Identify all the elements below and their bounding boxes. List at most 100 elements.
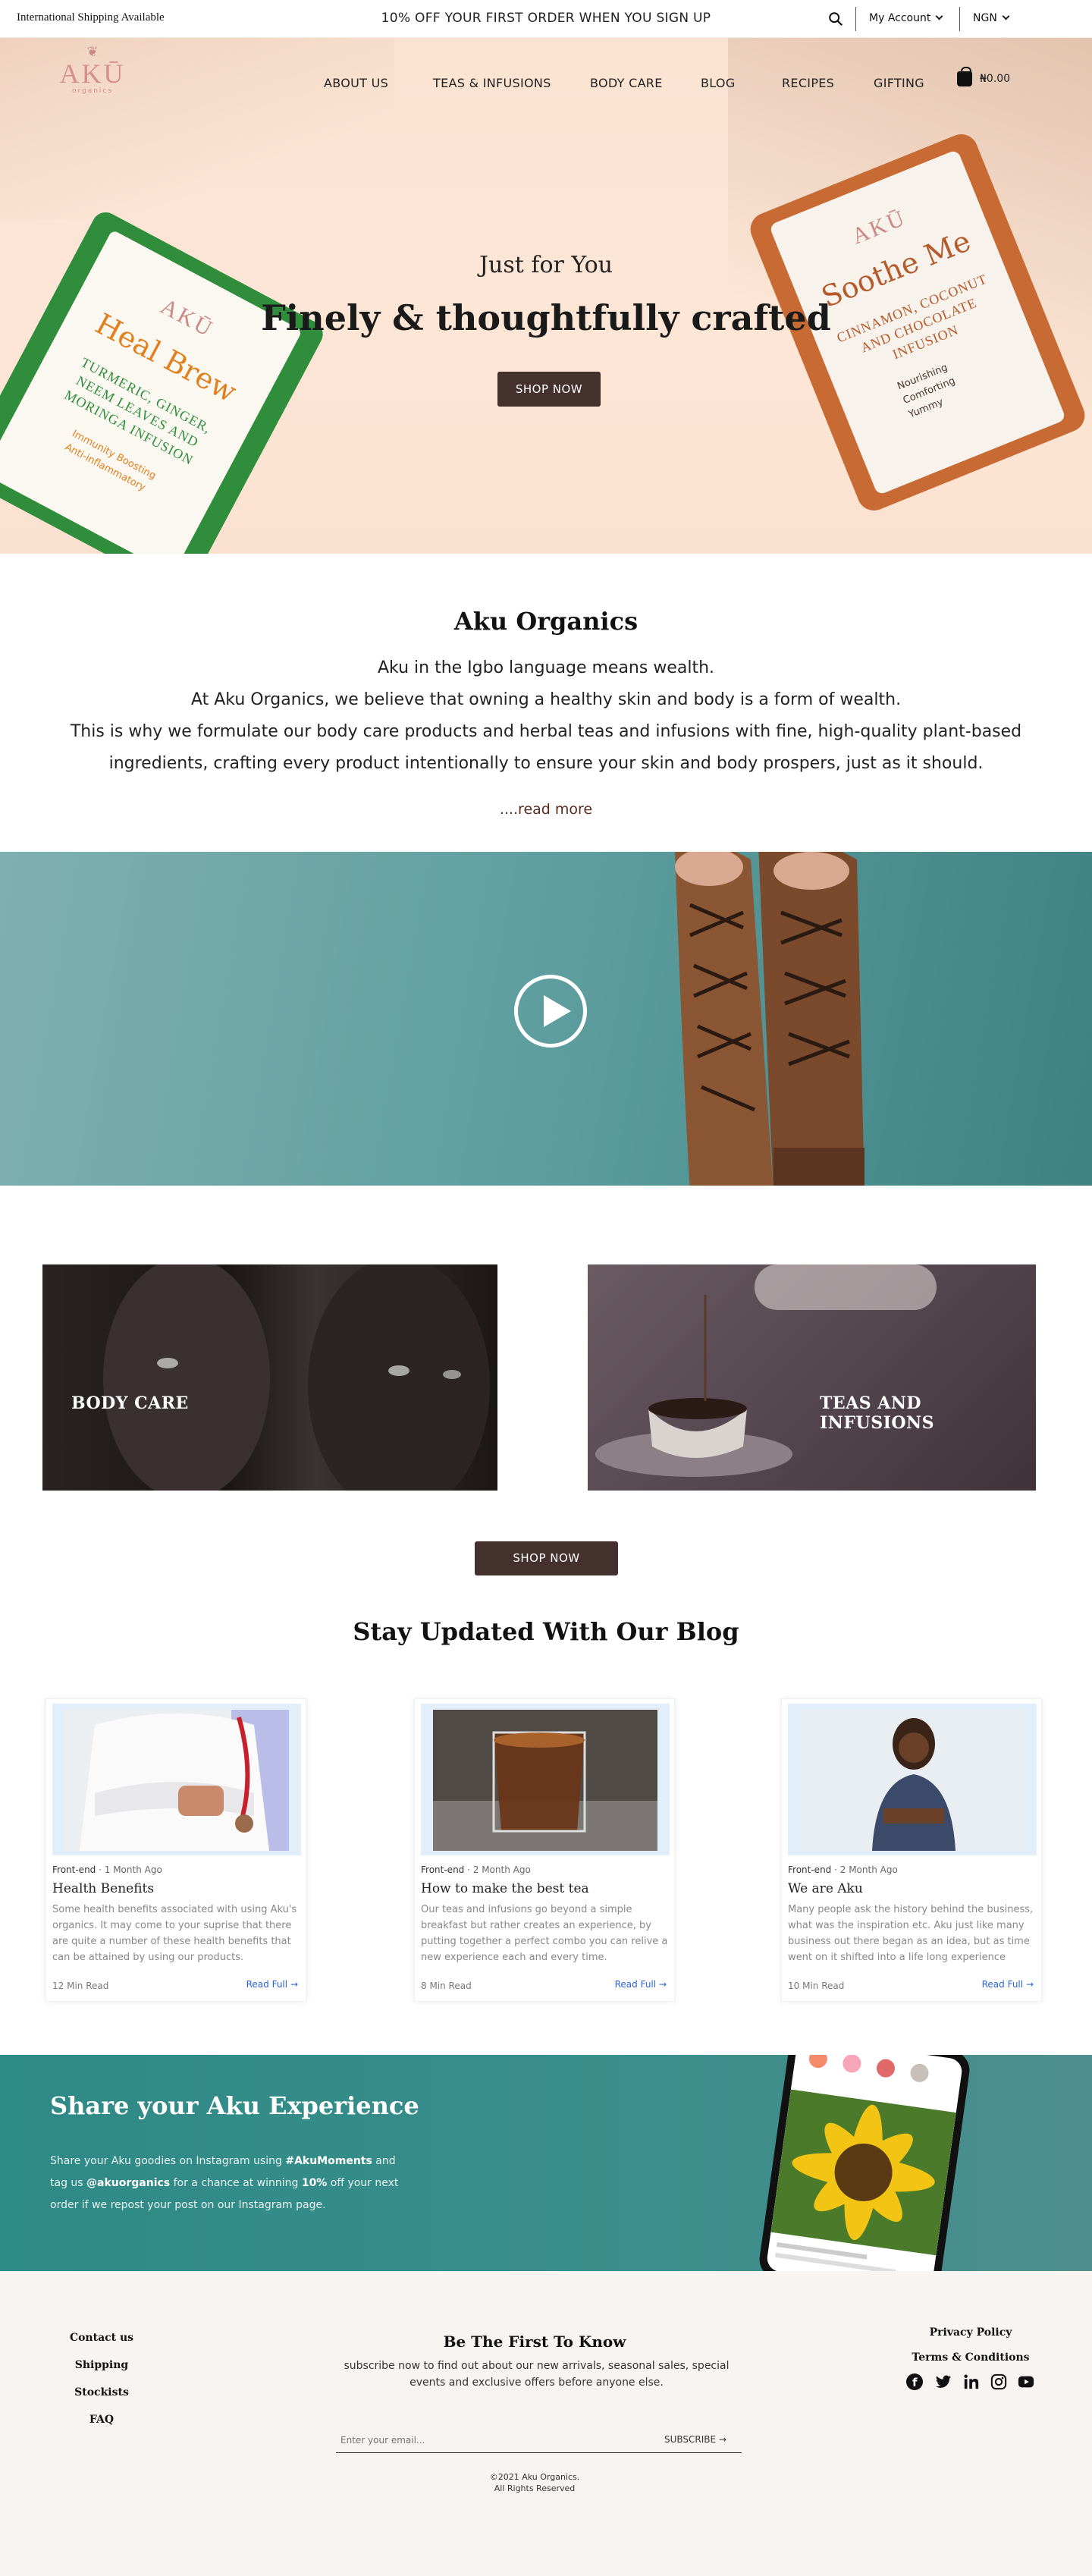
share-text-part: Share your Aku goodies on Instagram usin… — [50, 2155, 286, 2167]
category-body-care[interactable]: BODY CARE — [42, 1264, 497, 1491]
founder-image — [800, 1710, 1025, 1851]
newsletter-text: subscribe now to find out about our new … — [344, 2360, 730, 2389]
instagram-icon[interactable] — [990, 2373, 1007, 2390]
read-full-label: Read Full — [981, 1979, 1024, 1990]
phone-mockup-image — [757, 2055, 972, 2271]
logo[interactable]: ❦ AKŪ organics — [55, 44, 130, 112]
blog-read-time: 10 Min Read — [788, 1981, 845, 1991]
footer-link-shipping[interactable]: Shipping — [41, 2359, 162, 2371]
about-line: Aku in the Igbo language means wealth. — [377, 658, 715, 677]
about-section: Aku Organics Aku in the Igbo language me… — [0, 607, 1092, 818]
about-line: At Aku Organics, we believe that owning … — [190, 690, 902, 709]
instagram-handle[interactable]: @akuorganics — [86, 2177, 170, 2189]
blog-category: Front-end — [788, 1864, 832, 1875]
blog-image — [52, 1704, 301, 1855]
copyright: ©2021 Aku Organics. All Rights Reserved — [0, 2471, 1069, 2494]
hero-banner: ❦ AKŪ organics ABOUT US TEAS & INFUSIONS… — [0, 38, 1092, 554]
hero-shop-now-button[interactable]: SHOP NOW — [497, 372, 601, 407]
nav-blog[interactable]: BLOG — [701, 76, 736, 90]
email-input[interactable] — [336, 2430, 624, 2450]
about-title: Aku Organics — [453, 607, 639, 636]
copyright-line: All Rights Reserved — [494, 2483, 576, 2493]
blog-date: 2 Month Ago — [839, 1864, 898, 1875]
doctor-image — [64, 1710, 289, 1851]
blog-title[interactable]: How to make the best tea — [421, 1881, 589, 1896]
newsletter-form: SUBSCRIBE → — [336, 2430, 742, 2453]
discount-percent: 10% — [301, 2177, 328, 2189]
read-full-link[interactable]: Read Full → — [246, 1979, 298, 1990]
body-care-image — [103, 1264, 490, 1491]
cart-button[interactable]: ₦0.00 — [957, 67, 1011, 86]
about-line: ingredients, crafting every product inte… — [108, 754, 984, 773]
blog-date: 2 Month Ago — [472, 1864, 531, 1875]
share-title: Share your Aku Experience — [50, 2091, 419, 2120]
nav-teas-infusions[interactable]: TEAS & INFUSIONS — [433, 76, 551, 90]
arrow-right-icon: → — [718, 2434, 726, 2445]
footer: Contact us Shipping Stockists FAQ Be The… — [0, 2271, 1092, 2576]
blog-category: Front-end — [52, 1864, 96, 1875]
teas-label: TEAS AND INFUSIONS — [820, 1393, 935, 1433]
linkedin-icon[interactable] — [963, 2373, 980, 2390]
subscribe-button[interactable]: SUBSCRIBE → — [664, 2434, 726, 2445]
my-account-dropdown[interactable]: My Account — [869, 12, 943, 24]
hero-title: Finely & thoughtfully crafted — [261, 297, 831, 338]
youtube-icon[interactable] — [1018, 2373, 1034, 2390]
divider — [855, 7, 856, 31]
body-care-label: BODY CARE — [71, 1393, 189, 1413]
read-more-link[interactable]: ....read more — [0, 801, 1092, 818]
announcement-bar: International Shipping Available 10% OFF… — [0, 0, 1092, 38]
footer-link-terms[interactable]: Terms & Conditions — [910, 2351, 1031, 2364]
tea-cup-image — [433, 1710, 657, 1851]
twitter-icon[interactable] — [935, 2373, 952, 2390]
blog-date: 1 Month Ago — [104, 1864, 162, 1875]
blog-card[interactable]: Front-end · 2 Month Ago We are Aku Many … — [781, 1698, 1042, 2002]
newsletter-title: Be The First To Know — [443, 2333, 626, 2351]
share-text-part: for a chance at winning — [170, 2177, 302, 2189]
category-shop-now-button[interactable]: SHOP NOW — [475, 1541, 618, 1575]
shopping-bag-icon — [957, 67, 972, 86]
hero-subtitle: Just for You — [479, 252, 613, 278]
blog-title[interactable]: Health Benefits — [52, 1881, 154, 1896]
svg-text:f: f — [912, 2376, 918, 2389]
nav-recipes[interactable]: RECIPES — [782, 76, 834, 90]
blog-title[interactable]: We are Aku — [788, 1881, 863, 1896]
read-full-link[interactable]: Read Full → — [615, 1979, 667, 1990]
search-icon[interactable] — [827, 11, 844, 27]
read-full-label: Read Full — [246, 1979, 288, 1990]
nav-gifting[interactable]: GIFTING — [874, 76, 924, 90]
read-full-link[interactable]: Read Full → — [982, 1979, 1034, 1990]
play-icon[interactable] — [514, 975, 587, 1048]
copyright-line: ©2021 Aku Organics. — [489, 2472, 580, 2482]
blog-card[interactable]: Front-end · 1 Month Ago Health Benefits … — [46, 1698, 306, 2002]
blog-card[interactable]: Front-end · 2 Month Ago How to make the … — [414, 1698, 675, 2002]
read-full-label: Read Full — [614, 1979, 657, 1990]
sunflower-image — [765, 2055, 964, 2271]
boots-image — [675, 852, 864, 1186]
logo-text: AKŪ — [59, 58, 126, 89]
blog-excerpt: Some health benefits associated with usi… — [52, 1904, 297, 1963]
nav-body-care[interactable]: BODY CARE — [590, 76, 663, 90]
my-account-label: My Account — [869, 12, 931, 24]
subscribe-label: SUBSCRIBE — [664, 2434, 717, 2445]
footer-link-privacy[interactable]: Privacy Policy — [910, 2326, 1031, 2339]
footer-link-faq[interactable]: FAQ — [41, 2414, 162, 2426]
blog-image — [421, 1704, 670, 1855]
nav-about-us[interactable]: ABOUT US — [324, 76, 388, 90]
hashtag: #AkuMoments — [285, 2155, 372, 2167]
teas-image — [595, 1264, 937, 1477]
blog-section-title: Stay Updated With Our Blog — [353, 1617, 739, 1646]
facebook-icon[interactable]: f — [906, 2373, 923, 2390]
arrow-right-icon: → — [290, 1979, 298, 1990]
currency-label: NGN — [973, 12, 997, 24]
chevron-down-icon — [1002, 12, 1010, 20]
instagram-share-section: Share your Aku Experience Share your Aku… — [0, 2055, 1092, 2271]
cart-total: ₦0.00 — [980, 73, 1011, 85]
leaf-icon: ❦ — [86, 44, 99, 60]
blog-read-time: 8 Min Read — [421, 1981, 472, 1991]
category-teas-infusions[interactable]: TEAS AND INFUSIONS — [588, 1264, 1036, 1491]
divider — [959, 7, 960, 31]
footer-link-stockists[interactable]: Stockists — [41, 2386, 162, 2399]
blog-read-time: 12 Min Read — [52, 1981, 109, 1991]
video-player[interactable] — [0, 852, 1092, 1186]
currency-dropdown[interactable]: NGN — [973, 12, 1010, 24]
